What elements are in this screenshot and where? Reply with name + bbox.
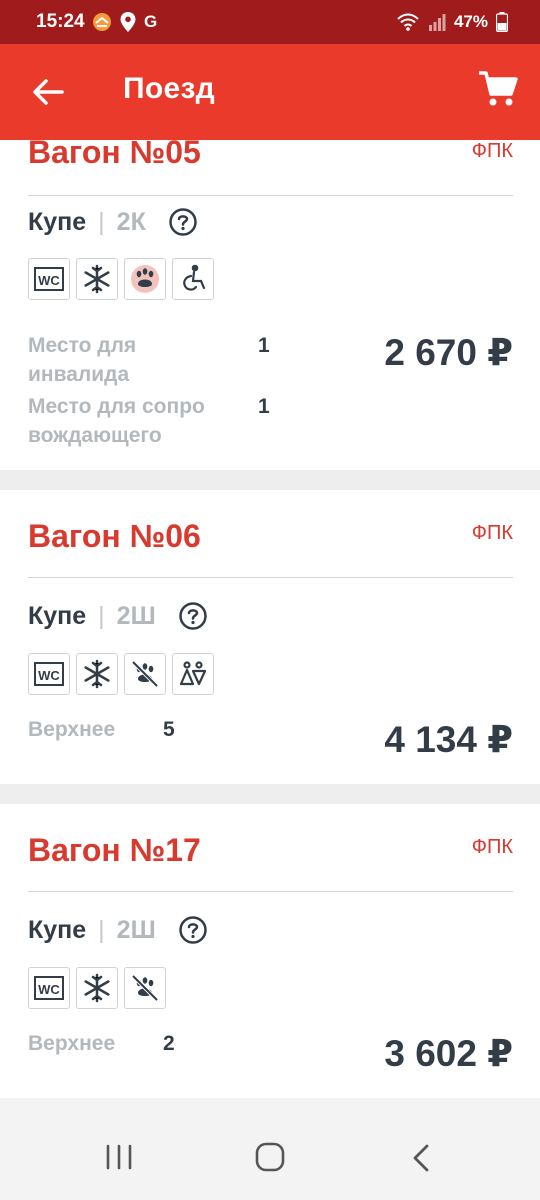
car-list[interactable]: Вагон №05 ФПК Купе | 2К WC Место для инв…	[0, 140, 540, 1098]
seat-count: 5	[163, 718, 175, 741]
seat-info-row: Верхнее 5	[28, 715, 328, 745]
svg-text:WC: WC	[38, 982, 60, 997]
svg-text:WC: WC	[38, 273, 60, 288]
wheelchair-icon	[172, 258, 214, 300]
seat-info-row: Верхнее 2	[28, 1029, 328, 1059]
app-notification-icon	[93, 13, 111, 31]
price: 2 670 ₽	[384, 332, 513, 373]
car-class: Купе	[28, 915, 87, 944]
seat-info-row: Место для сопровождающего 1	[28, 392, 328, 450]
wc-icon: WC	[28, 653, 70, 695]
wc-icon: WC	[28, 967, 70, 1009]
home-icon[interactable]	[254, 1142, 286, 1172]
page-title: Поезд	[123, 72, 216, 105]
status-time: 15:24	[36, 11, 85, 32]
app-bar: Поезд	[0, 44, 540, 140]
car-card[interactable]: Вагон №17 ФПК Купе | 2Ш WC Верхнее 2 3 6…	[0, 804, 540, 1098]
carrier-name: ФПК	[471, 836, 513, 858]
separator: |	[98, 207, 105, 236]
car-class: Купе	[28, 601, 87, 630]
carrier-name: ФПК	[471, 140, 513, 162]
car-title: Вагон №17	[28, 832, 201, 868]
carrier-name: ФПК	[471, 522, 513, 544]
class-code: 2Ш	[116, 601, 156, 630]
car-card[interactable]: Вагон №06 ФПК Купе | 2Ш WC Верхнее 5 4 1…	[0, 490, 540, 784]
svg-text:WC: WC	[38, 668, 60, 683]
car-title: Вагон №05	[28, 140, 201, 170]
help-icon[interactable]	[168, 207, 198, 237]
mixed-gender-icon	[172, 653, 214, 695]
no-pets-icon	[124, 653, 166, 695]
class-code: 2К	[116, 207, 146, 236]
pets-allowed-icon	[124, 258, 166, 300]
seat-count: 1	[258, 334, 270, 357]
signal-icon	[428, 14, 446, 31]
location-icon	[120, 12, 136, 32]
seat-info-row: Место для инвалида 1	[28, 331, 328, 389]
cart-icon[interactable]	[478, 68, 518, 108]
seat-type: Верхнее	[28, 1032, 116, 1055]
separator: |	[98, 601, 105, 630]
divider	[28, 891, 513, 892]
seat-type: Место для сопровождающего	[28, 395, 205, 447]
air-conditioning-icon	[76, 967, 118, 1009]
seat-type: Верхнее	[28, 718, 116, 741]
price: 3 602 ₽	[384, 1033, 513, 1074]
car-card[interactable]: Вагон №05 ФПК Купе | 2К WC Место для инв…	[0, 140, 540, 470]
wifi-icon	[397, 13, 419, 31]
help-icon[interactable]	[178, 915, 208, 945]
price: 4 134 ₽	[384, 719, 513, 760]
g-icon: G	[144, 12, 158, 31]
no-pets-icon	[124, 967, 166, 1009]
seat-type: Место для инвалида	[28, 334, 137, 386]
air-conditioning-icon	[76, 653, 118, 695]
help-icon[interactable]	[178, 601, 208, 631]
system-nav-bar	[0, 1098, 540, 1200]
car-title: Вагон №06	[28, 518, 201, 554]
class-code: 2Ш	[116, 915, 156, 944]
battery-percent: 47%	[453, 12, 488, 31]
recent-apps-icon[interactable]	[104, 1144, 134, 1170]
status-bar: 15:24 G 47%	[0, 0, 540, 44]
seat-count: 1	[258, 395, 270, 418]
back-icon[interactable]	[410, 1144, 432, 1172]
car-class: Купе	[28, 207, 87, 236]
divider	[28, 195, 513, 196]
air-conditioning-icon	[76, 258, 118, 300]
back-arrow-icon[interactable]	[30, 74, 66, 110]
wc-icon: WC	[28, 258, 70, 300]
seat-count: 2	[163, 1032, 175, 1055]
battery-icon	[496, 12, 508, 32]
separator: |	[98, 915, 105, 944]
divider	[28, 577, 513, 578]
